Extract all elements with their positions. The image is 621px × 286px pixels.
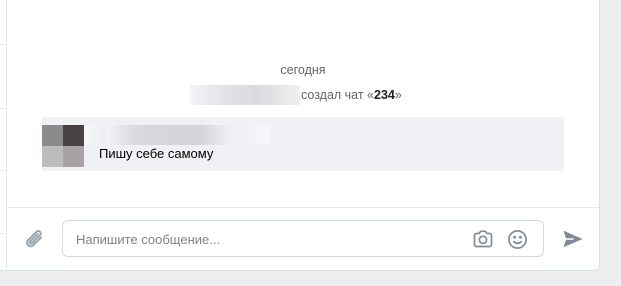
avatar-pixel <box>63 146 84 167</box>
date-separator: сегодня <box>280 63 326 77</box>
left-sidebar-edge <box>0 0 7 271</box>
chat-panel: сегодня создал чат «234» Пишу себе самом… <box>0 0 600 271</box>
author-blur-edge <box>84 125 106 145</box>
send-icon[interactable] <box>562 229 584 249</box>
sidebar-divider <box>0 108 7 109</box>
message-input[interactable] <box>76 230 456 248</box>
right-rail <box>600 0 621 286</box>
avatar[interactable] <box>42 125 84 167</box>
service-closing-quote: » <box>394 88 402 102</box>
sidebar-divider <box>0 170 7 171</box>
sidebar-divider <box>0 44 7 45</box>
sidebar-divider <box>0 233 7 234</box>
message-item[interactable]: Пишу себе самому <box>42 117 564 171</box>
avatar-pixel <box>42 125 63 146</box>
avatar-pixel <box>63 125 84 146</box>
avatar-pixel <box>42 146 63 167</box>
smile-icon[interactable] <box>507 229 528 250</box>
author-blur-edge <box>230 125 270 145</box>
camera-icon[interactable] <box>472 229 494 249</box>
paperclip-icon[interactable] <box>22 227 48 253</box>
service-message-text: создал чат «234» <box>301 88 402 102</box>
composer-divider <box>8 207 599 208</box>
service-message: создал чат «234» <box>190 85 402 105</box>
service-action: создал чат « <box>301 88 375 102</box>
message-text: Пишу себе самому <box>99 146 214 161</box>
blurred-creator-name[interactable] <box>190 85 300 105</box>
message-input-box[interactable] <box>62 220 544 257</box>
chat-name-link[interactable]: 234 <box>374 88 395 102</box>
blurred-author-name[interactable] <box>106 125 230 145</box>
